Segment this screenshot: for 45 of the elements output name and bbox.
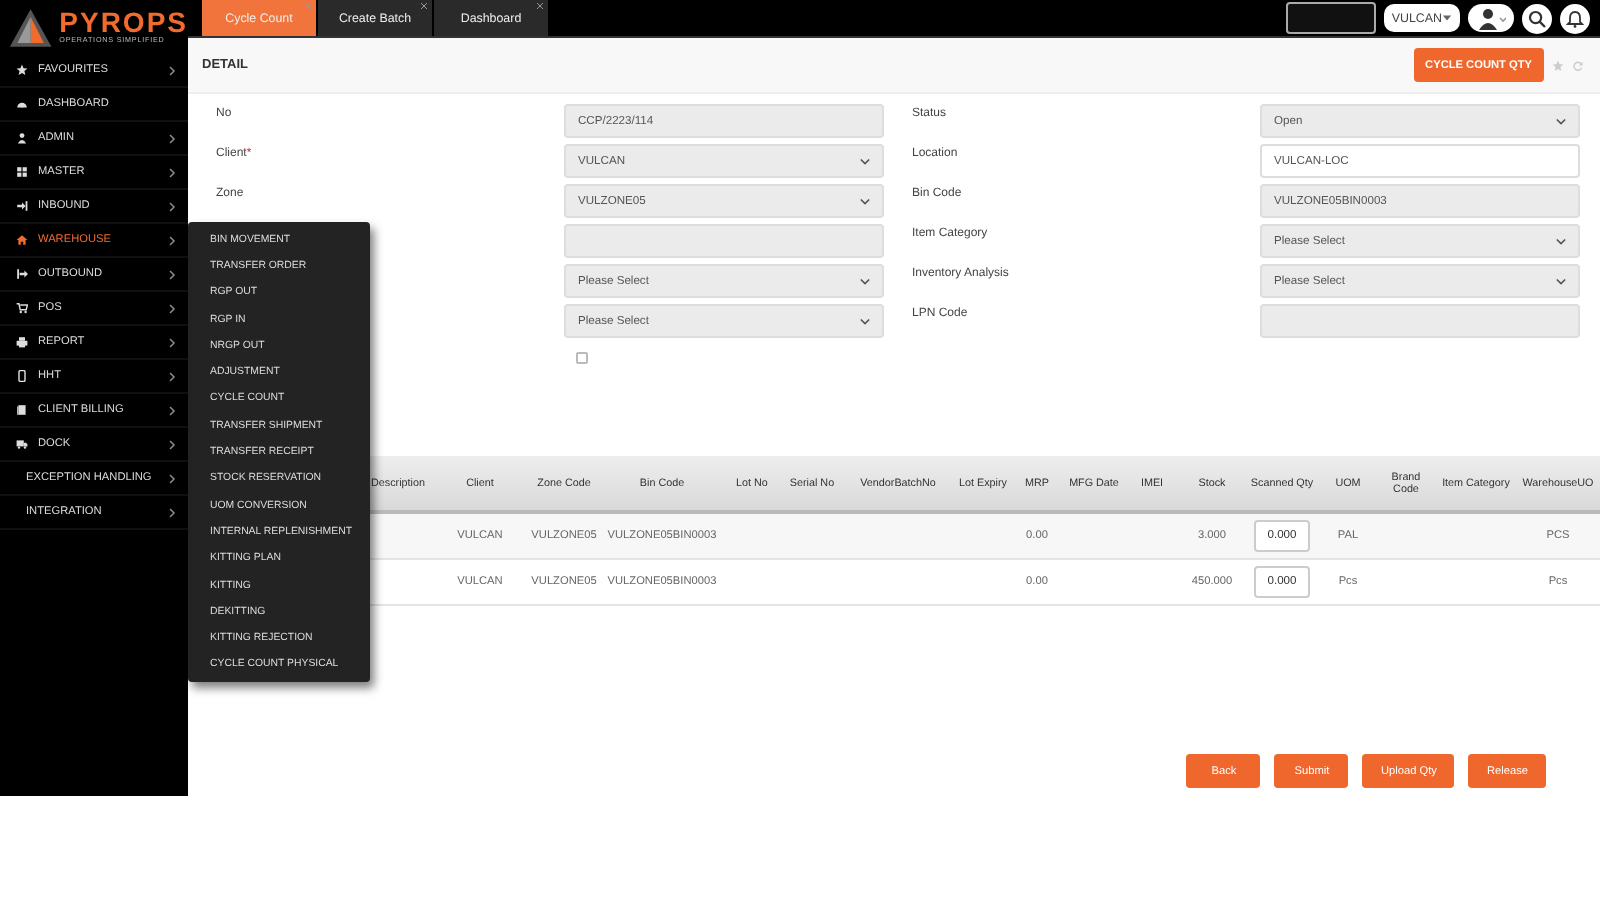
- chevron-icon: [168, 167, 176, 177]
- chevron-icon: [168, 235, 176, 245]
- chevron-icon: [168, 473, 176, 483]
- caret-icon: [1442, 14, 1452, 22]
- logo-icon: [8, 5, 54, 49]
- cart-icon: [16, 302, 28, 314]
- menu-item-icon: [16, 98, 28, 110]
- menu-item-icon: [16, 370, 28, 382]
- chevron-icon: [168, 303, 176, 313]
- chevron-icon: [168, 507, 176, 517]
- menu-item-icon: [16, 404, 28, 416]
- chevron-down-icon: [1556, 117, 1566, 125]
- menu-item-icon: [16, 166, 28, 178]
- chevron-icon: [168, 439, 176, 449]
- chevron-down-icon: [860, 317, 870, 325]
- logo-name: PYROPS: [59, 8, 188, 36]
- person-icon: [1477, 7, 1505, 29]
- chevron-icon: [168, 405, 176, 415]
- search-icon: [1528, 9, 1546, 27]
- user-menu[interactable]: [1468, 4, 1514, 32]
- chevron-icon: [168, 201, 176, 211]
- chevron-down-icon: [860, 157, 870, 165]
- chevron-icon: [168, 371, 176, 381]
- chevron-icon: [168, 133, 176, 143]
- notification-button[interactable]: [1560, 3, 1590, 33]
- search-button[interactable]: [1522, 3, 1552, 33]
- menu-item-icon: [16, 268, 28, 280]
- star-icon: [16, 64, 28, 76]
- person-icon: [16, 132, 28, 144]
- truck-icon: [16, 438, 28, 450]
- printer-icon: [16, 336, 28, 348]
- chevron-down-icon: [860, 277, 870, 285]
- close-icon[interactable]: [420, 2, 428, 10]
- chevron-icon: [168, 337, 176, 347]
- chevron-down-icon: [860, 197, 870, 205]
- checkbox[interactable]: [576, 352, 588, 364]
- chevron-down-icon: [1556, 277, 1566, 285]
- bell-icon: [1566, 9, 1584, 27]
- chevron-icon: [168, 269, 176, 279]
- close-icon[interactable]: [536, 2, 544, 10]
- chevron-icon: [168, 65, 176, 75]
- menu-item-icon: [16, 200, 28, 212]
- house-icon: [16, 234, 28, 246]
- star-icon[interactable]: [1552, 59, 1564, 71]
- chevron-down-icon: [1556, 237, 1566, 245]
